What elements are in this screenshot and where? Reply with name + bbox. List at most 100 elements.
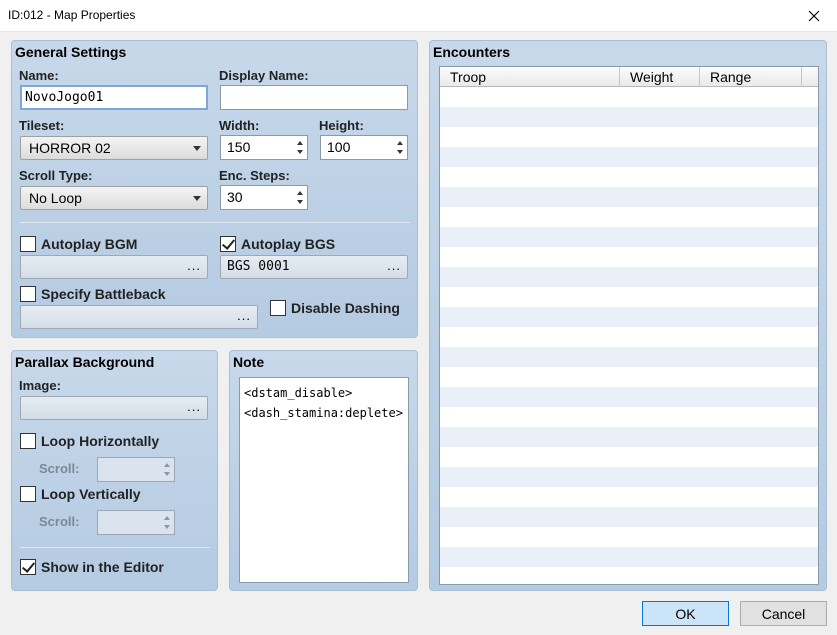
show-in-editor-checkbox[interactable]: Show in the Editor [20, 559, 164, 575]
checkbox-box[interactable] [20, 559, 36, 575]
table-row[interactable] [440, 547, 818, 567]
name-input[interactable]: NovoJogo01 [20, 85, 208, 110]
divider [20, 547, 210, 548]
browse-icon: ... [187, 399, 201, 414]
table-row[interactable] [440, 387, 818, 407]
parallax-panel: Parallax Background Image: ... Loop Hori… [11, 350, 218, 591]
autoplay-bgm-checkbox[interactable]: Autoplay BGM [20, 236, 137, 252]
arrow-down-icon[interactable] [397, 150, 403, 154]
ok-button[interactable]: OK [642, 601, 729, 626]
arrow-down-icon[interactable] [164, 525, 170, 529]
arrow-up-icon[interactable] [297, 191, 303, 195]
table-row[interactable] [440, 207, 818, 227]
note-line: <dash_stamina:deplete> [244, 406, 403, 420]
divider [20, 222, 410, 223]
table-row[interactable] [440, 167, 818, 187]
checkbox-box[interactable] [270, 300, 286, 316]
height-label: Height: [319, 118, 364, 133]
browse-icon: ... [387, 258, 401, 273]
enc-steps-stepper[interactable]: 30 [220, 185, 308, 210]
arrow-up-icon[interactable] [297, 141, 303, 145]
autoplay-bgs-browse[interactable]: BGS 0001 ... [220, 255, 408, 279]
table-row[interactable] [440, 447, 818, 467]
scroll-type-select[interactable]: No Loop [20, 186, 208, 210]
checkbox-box[interactable] [20, 486, 36, 502]
table-row[interactable] [440, 567, 818, 584]
arrow-down-icon[interactable] [297, 150, 303, 154]
height-value: 100 [327, 139, 351, 155]
checkbox-box[interactable] [220, 236, 236, 252]
note-textarea[interactable]: <dstam_disable> <dash_stamina:deplete> [239, 377, 409, 583]
table-row[interactable] [440, 507, 818, 527]
enc-steps-label: Enc. Steps: [219, 168, 290, 183]
width-label: Width: [219, 118, 260, 133]
height-stepper[interactable]: 100 [320, 135, 408, 160]
table-row[interactable] [440, 347, 818, 367]
table-row[interactable] [440, 267, 818, 287]
column-header-range[interactable]: Range [700, 67, 802, 87]
table-row[interactable] [440, 287, 818, 307]
parallax-image-browse[interactable]: ... [20, 396, 208, 420]
tileset-select[interactable]: HORROR 02 [20, 136, 208, 160]
autoplay-bgs-value: BGS 0001 [227, 259, 290, 274]
autoplay-bgs-checkbox[interactable]: Autoplay BGS [220, 236, 335, 252]
cancel-button[interactable]: Cancel [740, 601, 827, 626]
table-row[interactable] [440, 107, 818, 127]
table-row[interactable] [440, 87, 818, 107]
tileset-label: Tileset: [19, 118, 65, 133]
battleback-browse[interactable]: ... [20, 305, 258, 329]
browse-icon: ... [237, 308, 251, 323]
table-header: Troop Weight Range [440, 67, 818, 87]
checkbox-box[interactable] [20, 286, 36, 302]
checkbox-box[interactable] [20, 433, 36, 449]
table-row[interactable] [440, 367, 818, 387]
autoplay-bgm-browse[interactable]: ... [20, 255, 208, 279]
scroll-v-label: Scroll: [39, 514, 80, 529]
scroll-type-value: No Loop [29, 190, 82, 206]
general-settings-title: General Settings [15, 44, 127, 60]
encounters-table[interactable]: Troop Weight Range [439, 66, 819, 585]
table-row[interactable] [440, 407, 818, 427]
chevron-down-icon [193, 146, 201, 151]
arrow-down-icon[interactable] [164, 472, 170, 476]
table-row[interactable] [440, 227, 818, 247]
title-bar: ID:012 - Map Properties [0, 0, 837, 32]
table-row[interactable] [440, 307, 818, 327]
scroll-h-stepper[interactable] [97, 457, 175, 482]
table-row[interactable] [440, 327, 818, 347]
specify-battleback-checkbox[interactable]: Specify Battleback [20, 286, 166, 302]
column-header-weight[interactable]: Weight [620, 67, 700, 87]
tileset-value: HORROR 02 [29, 140, 111, 156]
width-stepper[interactable]: 150 [220, 135, 308, 160]
name-label: Name: [19, 68, 59, 83]
checkbox-box[interactable] [20, 236, 36, 252]
enc-steps-value: 30 [227, 189, 243, 205]
parallax-title: Parallax Background [15, 354, 155, 370]
disable-dashing-checkbox[interactable]: Disable Dashing [270, 300, 400, 316]
chevron-down-icon [193, 196, 201, 201]
table-row[interactable] [440, 247, 818, 267]
display-name-input[interactable] [220, 85, 408, 110]
show-in-editor-label: Show in the Editor [41, 559, 164, 575]
close-button[interactable] [791, 0, 837, 31]
arrow-down-icon[interactable] [297, 200, 303, 204]
specify-battleback-label: Specify Battleback [41, 286, 166, 302]
scroll-v-stepper[interactable] [97, 510, 175, 535]
window-title: ID:012 - Map Properties [8, 8, 136, 22]
table-row[interactable] [440, 427, 818, 447]
table-row[interactable] [440, 147, 818, 167]
arrow-up-icon[interactable] [164, 463, 170, 467]
arrow-up-icon[interactable] [164, 516, 170, 520]
table-row[interactable] [440, 187, 818, 207]
column-header-troop[interactable]: Troop [440, 67, 620, 87]
table-row[interactable] [440, 527, 818, 547]
loop-vertically-checkbox[interactable]: Loop Vertically [20, 486, 141, 502]
table-row[interactable] [440, 467, 818, 487]
disable-dashing-label: Disable Dashing [291, 300, 400, 316]
note-panel: Note <dstam_disable> <dash_stamina:deple… [229, 350, 418, 591]
loop-horizontally-label: Loop Horizontally [41, 433, 160, 449]
loop-horizontally-checkbox[interactable]: Loop Horizontally [20, 433, 159, 449]
arrow-up-icon[interactable] [397, 141, 403, 145]
table-row[interactable] [440, 127, 818, 147]
table-row[interactable] [440, 487, 818, 507]
